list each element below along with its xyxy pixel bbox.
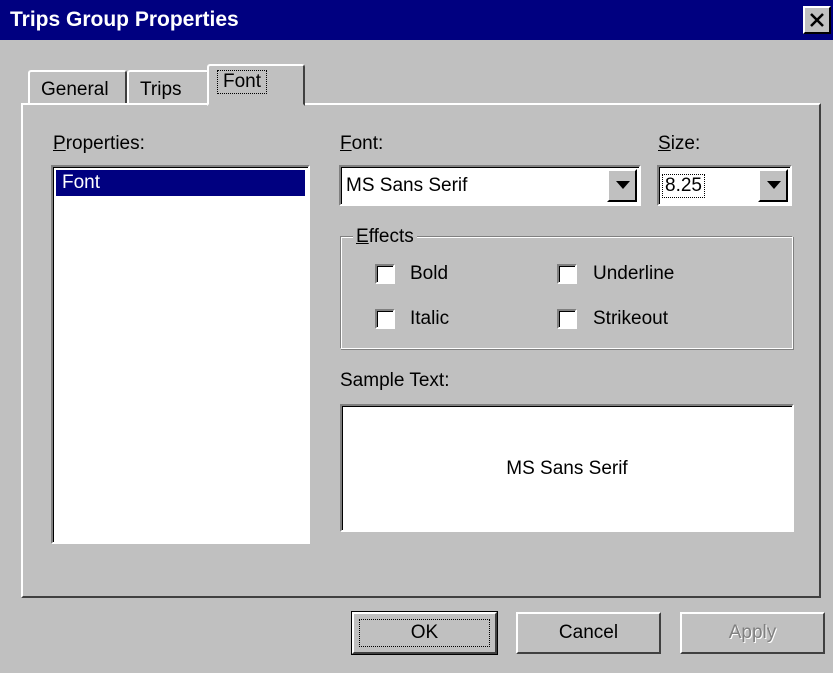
font-combobox[interactable]: MS Sans Serif [339, 165, 641, 206]
bold-label: Bold [410, 263, 449, 284]
size-dropdown-button[interactable] [758, 169, 788, 202]
underline-label: Underline [593, 263, 675, 284]
apply-button[interactable]: Apply [680, 612, 825, 654]
size-label: Size: [658, 133, 701, 154]
chevron-down-icon [767, 181, 781, 189]
list-item[interactable]: Font [56, 170, 305, 196]
tab-general-label: General [41, 79, 109, 100]
tab-trips[interactable]: Trips [127, 70, 209, 105]
focus-rectangle [359, 619, 490, 647]
italic-label: Italic [410, 308, 450, 329]
size-combobox-value: 8.25 [662, 174, 705, 198]
cancel-button[interactable]: Cancel [516, 612, 661, 654]
tab-font-label: Font [217, 70, 268, 94]
underline-checkbox[interactable] [557, 264, 577, 284]
strikeout-checkbox[interactable] [557, 309, 577, 329]
chevron-down-icon [616, 181, 630, 189]
properties-list[interactable]: Font [51, 165, 310, 544]
font-label: Font: [340, 133, 384, 154]
effects-legend: Effects [353, 226, 417, 248]
ok-button[interactable]: OK [351, 611, 498, 655]
title-bar: Trips Group Properties [0, 0, 833, 40]
effects-groupbox [340, 236, 793, 349]
apply-button-label: Apply [728, 622, 777, 643]
list-item-label: Font [62, 172, 101, 193]
close-x-icon [810, 13, 824, 27]
tab-general[interactable]: General [28, 70, 127, 105]
font-dropdown-button[interactable] [607, 169, 637, 202]
close-button[interactable] [803, 6, 831, 34]
bold-checkbox[interactable] [375, 264, 395, 284]
properties-label: Properties: [53, 133, 145, 154]
sample-text-preview: MS Sans Serif [340, 404, 794, 532]
italic-checkbox[interactable] [375, 309, 395, 329]
sample-text-label: Sample Text: [340, 370, 450, 391]
window-title: Trips Group Properties [10, 8, 239, 31]
strikeout-label: Strikeout [593, 308, 668, 329]
tab-trips-label: Trips [140, 79, 182, 100]
font-combobox-value: MS Sans Serif [346, 175, 468, 196]
tab-font[interactable]: Font [207, 64, 305, 106]
sample-text-value: MS Sans Serif [506, 458, 628, 479]
size-combobox[interactable]: 8.25 [657, 165, 792, 206]
cancel-button-label: Cancel [558, 622, 619, 643]
